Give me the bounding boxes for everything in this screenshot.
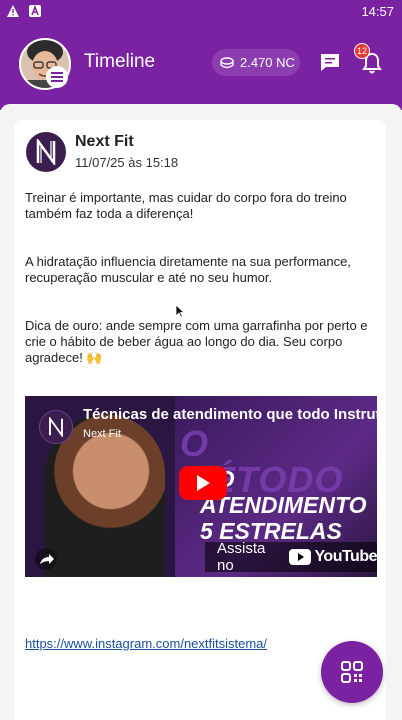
chat-icon[interactable] [319, 51, 341, 73]
app-header: Timeline 2.470 NC 12 [0, 24, 402, 110]
post-paragraph: Treinar é importante, mas cuidar do corp… [25, 190, 347, 221]
post-author[interactable]: Next Fit [75, 133, 134, 151]
post-author-avatar[interactable] [26, 132, 66, 172]
menu-icon [51, 72, 63, 82]
page-title: Timeline [84, 51, 156, 72]
post-paragraph: A hidratação influencia diretamente na s… [25, 254, 351, 285]
notification-badge: 12 [354, 43, 370, 59]
coins-value: 2.470 NC [240, 55, 295, 70]
youtube-video-embed[interactable]: O MÉTODO DO ATENDIMENTO 5 ESTRELAS Técni… [25, 396, 377, 577]
watch-on-youtube-button[interactable]: Assista no YouTube [205, 540, 377, 574]
youtube-wordmark: YouTube [314, 548, 377, 565]
play-button[interactable] [179, 466, 227, 500]
post-body: Treinar é importante, mas cuidar do corp… [25, 190, 375, 398]
next-fit-logo-icon [49, 417, 63, 437]
mouse-cursor-icon [175, 304, 185, 318]
qr-code-fab[interactable] [321, 641, 383, 703]
play-icon [197, 475, 210, 491]
video-channel[interactable]: Next Fit [83, 428, 121, 440]
status-time: 14:57 [361, 4, 394, 19]
watch-on-label: Assista no [217, 540, 266, 574]
avatar-menu-button[interactable] [46, 66, 68, 88]
timeline-feed[interactable]: Next Fit 11/07/25 às 15:18 Treinar é imp… [0, 104, 402, 720]
status-bar: 14:57 [0, 0, 402, 24]
qr-code-icon [341, 661, 363, 683]
coin-icon [220, 56, 234, 68]
share-icon[interactable] [33, 548, 59, 570]
youtube-logo: YouTube [289, 548, 377, 566]
video-title[interactable]: Técnicas de atendimento que todo Instrut… [83, 406, 377, 423]
coins-balance[interactable]: 2.470 NC [212, 49, 300, 76]
notification-a-icon [29, 4, 41, 17]
instagram-link[interactable]: https://www.instagram.com/nextfitsistema… [25, 636, 267, 651]
post-card: Next Fit 11/07/25 às 15:18 Treinar é imp… [14, 120, 386, 720]
post-date: 11/07/25 às 15:18 [75, 155, 179, 170]
warning-icon [7, 5, 19, 17]
video-channel-logo[interactable] [39, 410, 73, 444]
youtube-icon [289, 549, 312, 565]
next-fit-logo-icon [36, 139, 56, 165]
post-paragraph: Dica de ouro: ande sempre com uma garraf… [25, 318, 368, 365]
